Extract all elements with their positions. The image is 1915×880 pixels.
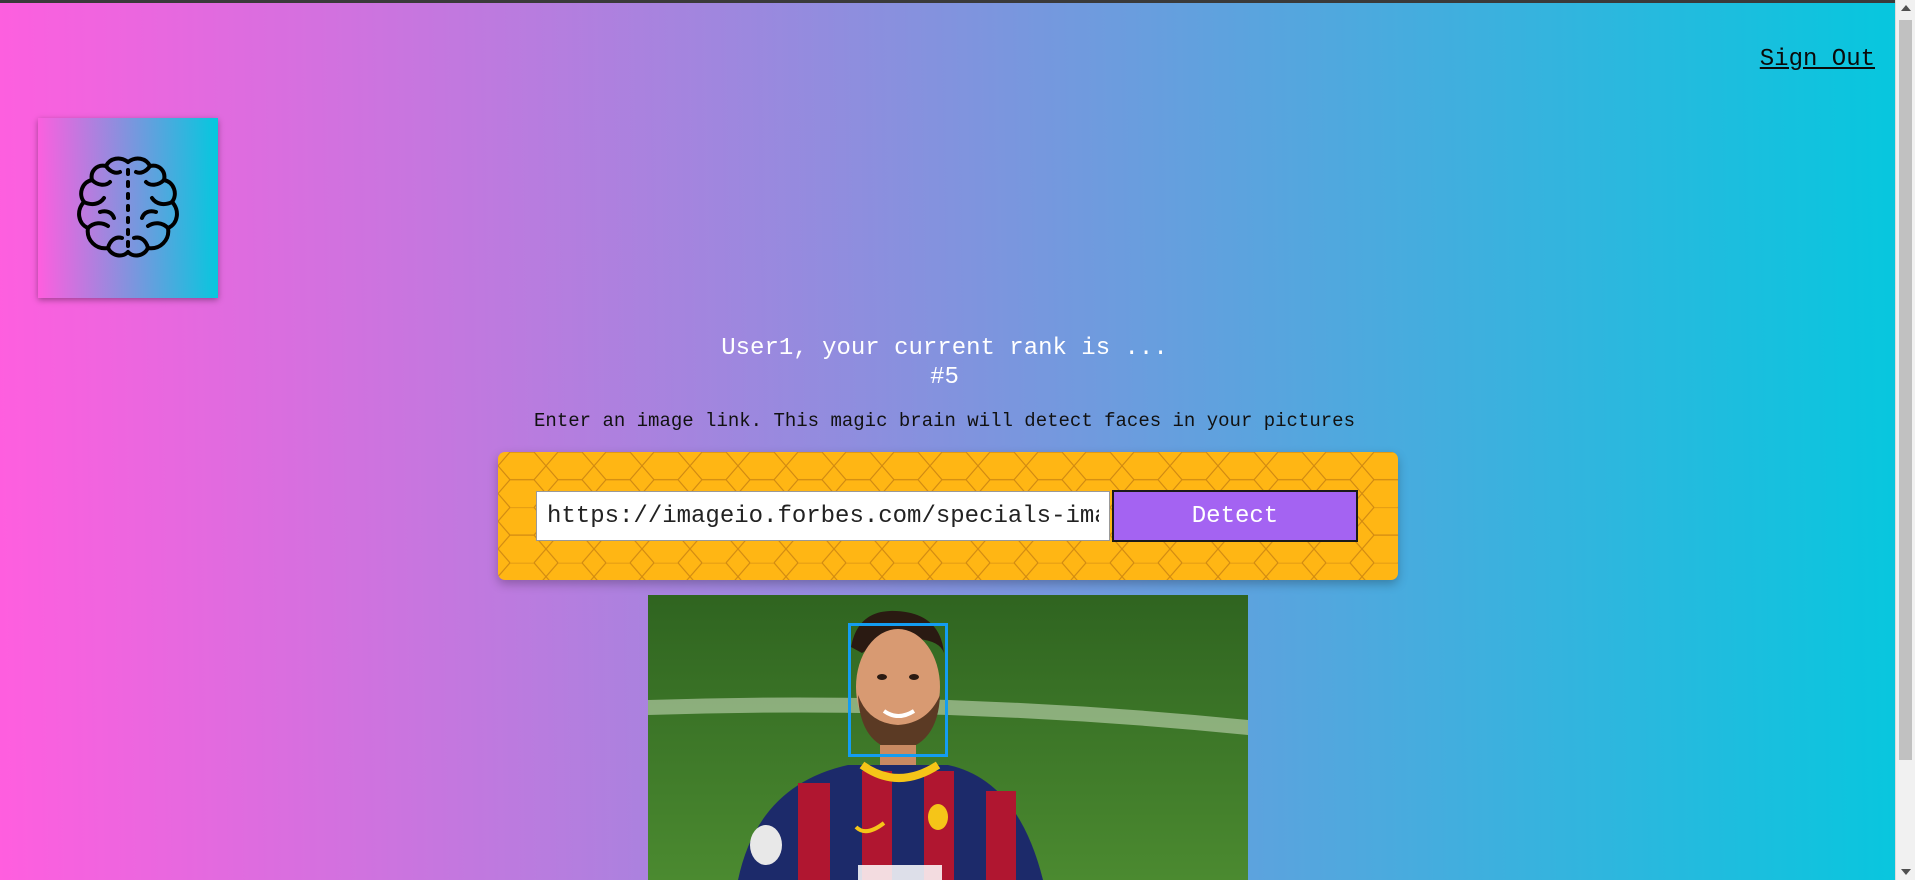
image-link-form: Detect (498, 452, 1398, 580)
sign-out-link[interactable]: Sign Out (1760, 46, 1875, 73)
rank-heading: User1, your current rank is ... (721, 335, 1168, 362)
detected-image (648, 595, 1248, 880)
image-url-input[interactable] (536, 491, 1110, 541)
rank-value: #5 (930, 364, 959, 391)
scroll-thumb[interactable] (1899, 20, 1912, 760)
instructions-text: Enter an image link. This magic brain wi… (534, 410, 1355, 432)
player-photo (648, 595, 1248, 880)
window-top-border (0, 0, 1915, 3)
scroll-up-arrow-icon[interactable] (1901, 5, 1911, 11)
brain-icon (77, 156, 179, 258)
logo-card (38, 118, 218, 298)
scroll-down-arrow-icon[interactable] (1901, 869, 1911, 875)
detect-button[interactable]: Detect (1112, 490, 1358, 542)
vertical-scrollbar[interactable] (1895, 0, 1915, 880)
face-bounding-box (848, 623, 948, 757)
